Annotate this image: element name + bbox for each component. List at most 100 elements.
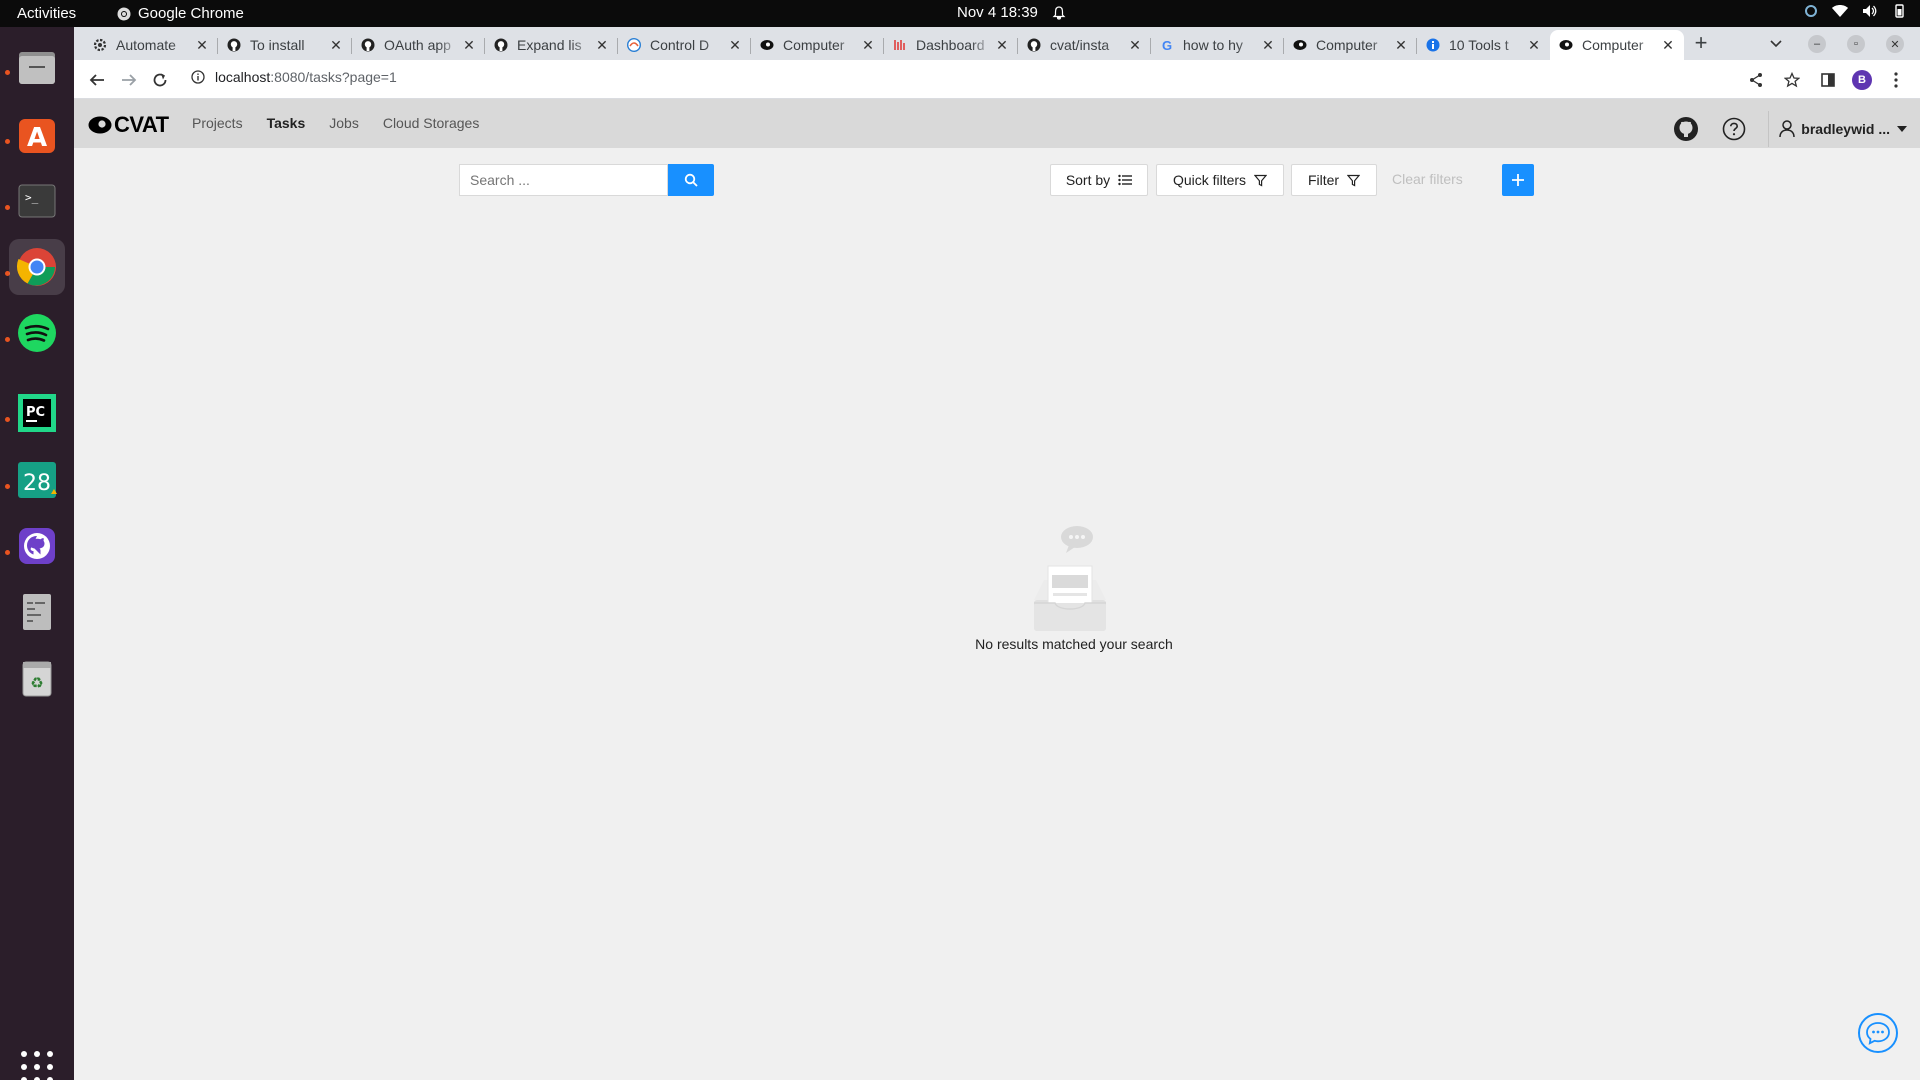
system-tray[interactable] [1804,4,1906,18]
tab-label: Computer [1582,37,1644,53]
ubuntu-software-icon[interactable]: A [9,107,65,163]
tab-label: cvat/insta [1050,37,1110,53]
tab-4[interactable]: Control D ✕ [618,30,751,60]
tab-close-icon[interactable]: ✕ [994,37,1010,54]
tab-close-icon[interactable]: ✕ [727,37,743,54]
maximize-button[interactable]: ▫ [1846,34,1866,54]
app-menu[interactable]: Google Chrome [117,5,244,22]
tab-search-chevron-icon[interactable] [1766,34,1786,54]
files-icon[interactable] [9,40,65,96]
plus-icon [1512,174,1524,186]
tab-label: OAuth app [384,37,451,53]
nav-jobs[interactable]: Jobs [317,115,371,131]
spotify-icon[interactable] [9,305,65,361]
tab-3[interactable]: Expand lis ✕ [485,30,618,60]
clear-filters-button[interactable]: Clear filters [1392,171,1463,187]
tab-close-icon[interactable]: ✕ [461,37,477,54]
gear-icon [92,37,108,53]
tab-close-icon[interactable]: ✕ [1660,37,1676,54]
create-task-button[interactable] [1502,164,1534,196]
system-top-bar: Activities Google Chrome Nov 4 18:39 [0,0,1920,27]
funnel-icon [1347,174,1361,186]
tab-1[interactable]: To install ✕ [218,30,352,60]
show-apps-icon[interactable] [21,1051,53,1080]
tab-label: To install [250,37,305,53]
cvat-logo[interactable]: CVAT [88,112,169,138]
chrome-icon[interactable] [9,239,65,295]
vpn-icon [1805,5,1817,17]
cvat-logo-icon [88,116,112,134]
tab-11-active[interactable]: Computer ✕ [1550,30,1684,60]
svg-text:PC: PC [26,405,45,420]
calendar-day: 28 [23,471,51,496]
empty-inbox-icon [1034,526,1106,631]
tab-2[interactable]: OAuth app ✕ [352,30,485,60]
search-button[interactable] [668,164,714,196]
tab-7[interactable]: cvat/insta ✕ [1018,30,1151,60]
tab-close-icon[interactable]: ✕ [1526,37,1542,54]
tab-8[interactable]: G how to hy ✕ [1151,30,1284,60]
filter-button[interactable]: Filter [1291,164,1377,196]
quick-filters-button[interactable]: Quick filters [1156,164,1284,196]
back-button[interactable] [85,68,109,92]
tab-0[interactable]: Automate ✕ [84,30,218,60]
tab-5[interactable]: Computer ✕ [751,30,884,60]
user-menu[interactable]: bradleywid ... [1768,111,1908,147]
dashboard-icon [892,37,908,53]
sort-by-label: Sort by [1065,172,1111,188]
sort-by-button[interactable]: Sort by [1050,164,1148,196]
nav-cloud-storages[interactable]: Cloud Storages [371,115,492,131]
maximize-icon: ▫ [1847,35,1865,53]
nav-tasks[interactable]: Tasks [255,115,318,131]
tab-label: Expand lis [517,37,582,53]
minimize-button[interactable]: – [1807,34,1827,54]
search-input[interactable] [459,164,668,196]
help-icon[interactable] [1720,115,1748,143]
tab-9[interactable]: Computer ✕ [1284,30,1417,60]
chat-support-button[interactable] [1858,1013,1898,1053]
tab-close-icon[interactable]: ✕ [194,37,210,54]
tab-close-icon[interactable]: ✕ [1127,37,1143,54]
tab-10[interactable]: 10 Tools t ✕ [1417,30,1550,60]
site-info-icon[interactable] [191,70,205,84]
funnel-icon [1254,174,1268,186]
cvat-icon [1292,37,1308,53]
caret-down-icon [1897,126,1907,132]
calendar-icon[interactable]: 28 [9,452,65,508]
kebab-menu-icon[interactable] [1884,68,1908,92]
sort-list-icon [1118,174,1133,186]
tab-6[interactable]: Dashboard ✕ [884,30,1018,60]
quick-filters-label: Quick filters [1172,172,1247,188]
nav-projects[interactable]: Projects [180,115,255,131]
new-tab-button[interactable]: + [1688,31,1714,57]
github-desktop-icon[interactable] [9,518,65,574]
github-icon [360,37,376,53]
side-panel-icon[interactable] [1816,68,1840,92]
github-icon [1026,37,1042,53]
forward-arrow-icon [122,74,137,86]
close-window-button[interactable]: ✕ [1885,34,1905,54]
tab-close-icon[interactable]: ✕ [328,37,344,54]
terminal-icon[interactable]: >_ [9,173,65,229]
tab-label: Computer [1316,37,1378,53]
chat-bubble-icon [1866,1022,1890,1045]
tab-close-icon[interactable]: ✕ [1260,37,1276,54]
reload-button[interactable] [148,68,172,92]
tab-close-icon[interactable]: ✕ [860,37,876,54]
text-editor-icon[interactable] [9,584,65,640]
activities-button[interactable]: Activities [17,5,76,22]
tab-close-icon[interactable]: ✕ [1393,37,1409,54]
share-icon[interactable] [1744,68,1768,92]
empty-state-message: No results matched your search [975,636,1173,652]
filter-label: Filter [1307,172,1340,188]
forward-button[interactable] [117,68,141,92]
tab-close-icon[interactable]: ✕ [594,37,610,54]
address-bar[interactable]: localhost:8080/tasks?page=1 [191,69,397,85]
profile-avatar[interactable]: B [1852,70,1872,90]
clock[interactable]: Nov 4 18:39 [957,4,1066,21]
pycharm-icon[interactable]: PC [9,385,65,441]
github-icon[interactable] [1672,115,1700,143]
bookmark-star-icon[interactable] [1780,68,1804,92]
trash-icon[interactable]: ♻ [9,650,65,706]
tasks-page: Sort by Quick filters Filter Clear filte… [74,148,1920,1080]
